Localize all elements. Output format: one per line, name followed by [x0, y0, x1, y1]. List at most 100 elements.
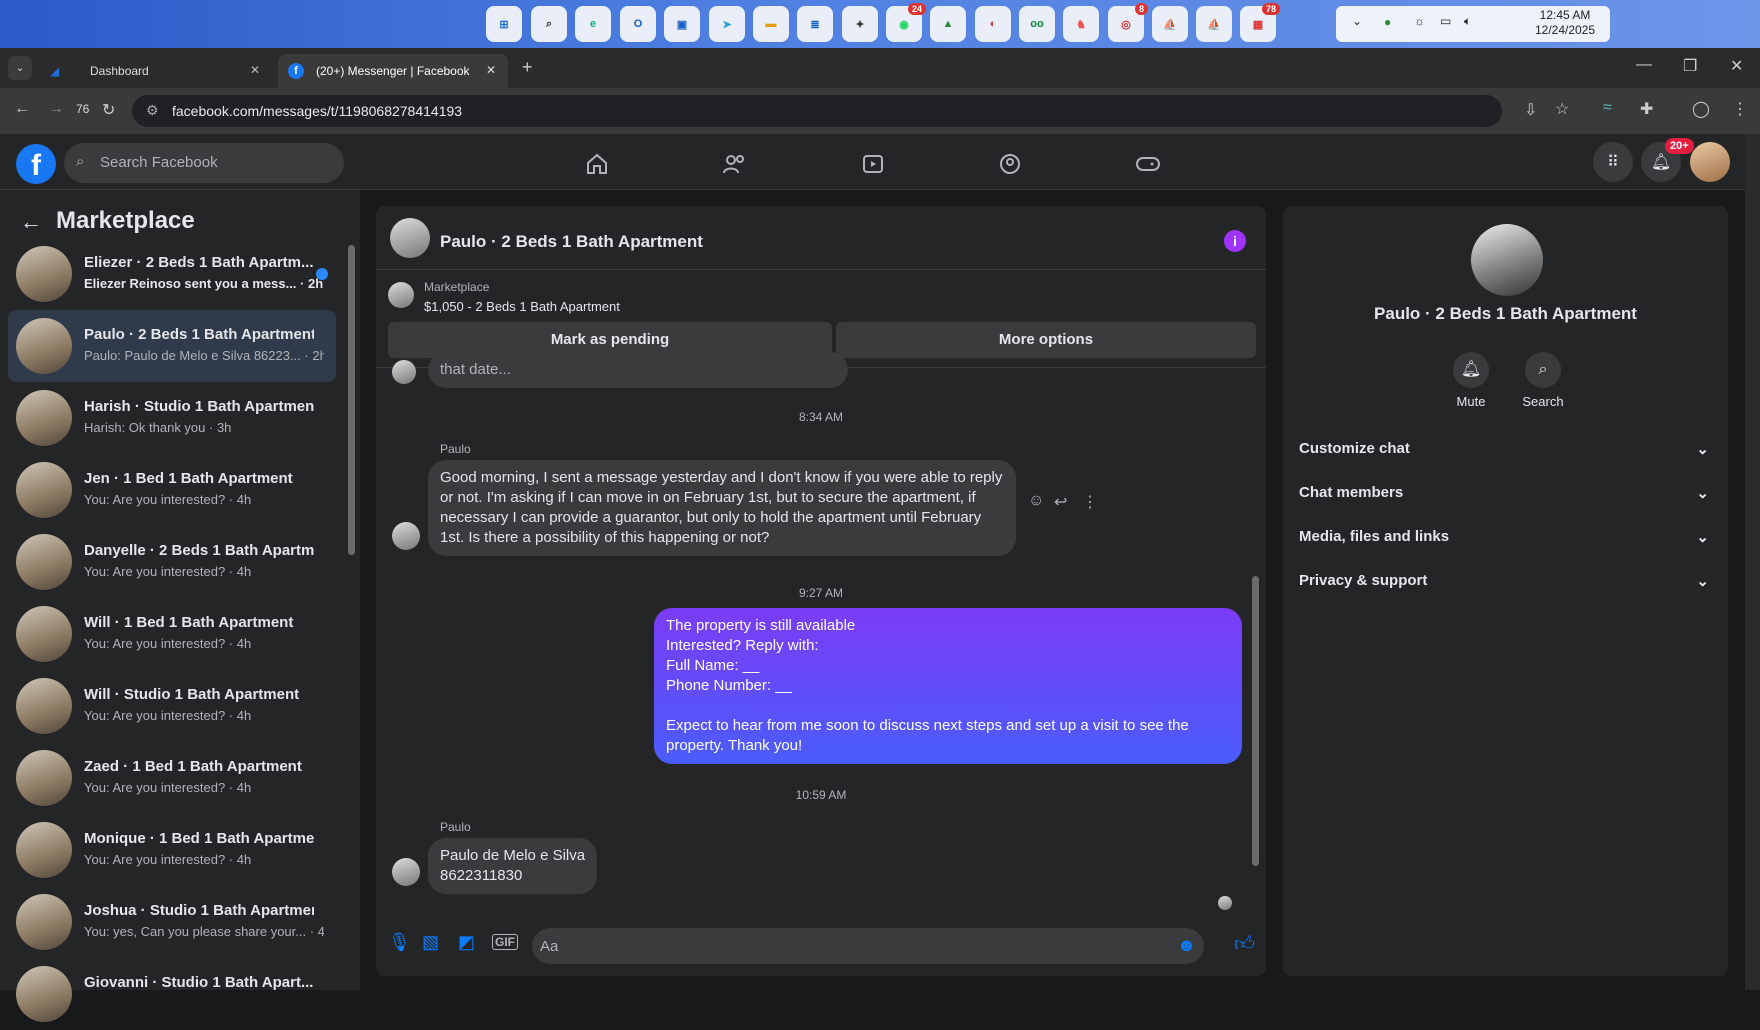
conversation-item[interactable]: Zaed · 1 Bed 1 Bath Apartment You: Are yo… — [8, 742, 336, 814]
like-thumb-icon[interactable]: 👍︎ — [1234, 932, 1255, 956]
edge-icon[interactable]: e — [575, 6, 611, 42]
reload-icon[interactable]: ↻ — [102, 100, 115, 120]
chevron-down-icon: ⌄ — [1696, 485, 1709, 502]
conversation-item[interactable]: Harish · Studio 1 Bath Apartment Harish: … — [8, 382, 336, 454]
incoming-message[interactable]: Paulo de Melo e Silva 8622311830 — [428, 838, 598, 894]
tab-dashboard[interactable]: ◢ Dashboard ✕ — [42, 54, 272, 88]
thread-scrollbar-track[interactable] — [1252, 376, 1259, 906]
listing-detail[interactable]: $1,050 - 2 Beds 1 Bath Apartment — [424, 299, 620, 314]
groups-nav-icon[interactable] — [993, 147, 1027, 181]
remote-app-icon[interactable]: ✦ — [842, 6, 878, 42]
customize-chat-section[interactable]: Customize chat ⌄ — [1299, 440, 1709, 458]
volume-icon[interactable]: 🔈︎ — [1464, 14, 1471, 29]
close-tab-icon[interactable]: ✕ — [486, 63, 496, 77]
vpn-icon[interactable]: ▲ — [930, 6, 966, 42]
store-icon[interactable]: ▣ — [664, 6, 700, 42]
telegram-icon[interactable]: ➤ — [709, 6, 745, 42]
sticker-icon[interactable]: ◩ — [458, 932, 475, 953]
back-icon[interactable]: ← — [14, 100, 30, 118]
clock[interactable]: 12:45 AM 12/24/2025 — [1525, 8, 1605, 38]
tab-messenger[interactable]: f (20+) Messenger | Facebook ✕ — [278, 54, 508, 88]
chat-avatar[interactable] — [390, 218, 430, 258]
more-actions-icon[interactable]: ⋮ — [1082, 492, 1098, 512]
emoji-icon[interactable]: ☻ — [1177, 935, 1196, 956]
outgoing-message[interactable]: The property is still available Interest… — [654, 608, 1242, 764]
brightness-icon[interactable]: ☼ — [1414, 14, 1425, 28]
conversation-item[interactable]: Giovanni · Studio 1 Bath Apart... — [8, 958, 336, 1030]
microphone-icon[interactable]: 🎙︎ — [388, 932, 411, 953]
mute-label[interactable]: Mute — [1437, 394, 1505, 409]
conversation-item[interactable]: Joshua · Studio 1 Bath Apartment You: yes… — [8, 886, 336, 958]
restore-icon[interactable]: ❐ — [1683, 56, 1697, 76]
photo-icon[interactable]: ▧ — [422, 932, 439, 953]
search-facebook-input[interactable]: ⌕ Search Facebook — [64, 143, 344, 183]
notifications-bell-icon[interactable]: 🔔︎ 20+ — [1641, 138, 1694, 182]
sidebar-scrollbar[interactable] — [348, 245, 355, 555]
listing-thumbnail — [16, 390, 72, 446]
address-bar[interactable]: ⚙ facebook.com/messages/t/11980682784141… — [132, 95, 1502, 127]
calendar-app-icon[interactable]: ▦ 78 — [1240, 3, 1280, 42]
start-menu-icon[interactable]: ⊞ — [486, 6, 522, 42]
info-icon[interactable]: i — [1224, 230, 1246, 252]
sail-app-icon[interactable]: ⛵ — [1152, 6, 1188, 42]
whatsapp-icon[interactable]: ◉ 24 — [886, 3, 926, 42]
info-avatar[interactable] — [1471, 224, 1543, 296]
media-files-links-section[interactable]: Media, files and links ⌄ — [1299, 528, 1709, 546]
menu-grid-icon[interactable]: ⠿ — [1593, 142, 1633, 182]
bookmark-star-icon[interactable]: ☆ — [1555, 99, 1569, 119]
account-avatar[interactable] — [1690, 142, 1730, 182]
chrome-icon[interactable]: ◎ 8 — [1108, 3, 1148, 42]
tab-counter[interactable]: 76 — [76, 102, 89, 116]
close-tab-icon[interactable]: ✕ — [250, 63, 260, 77]
extensions-puzzle-icon[interactable]: ✚ — [1640, 99, 1653, 119]
brave-icon[interactable]: ♞ — [1063, 6, 1099, 42]
extension-wave-icon[interactable]: ≈ — [1603, 99, 1612, 117]
video-nav-icon[interactable] — [856, 147, 890, 181]
chat-members-section[interactable]: Chat members ⌄ — [1299, 484, 1709, 502]
shield-icon[interactable]: ● — [1384, 15, 1391, 29]
react-emoji-icon[interactable]: ☺ — [1028, 492, 1044, 510]
display-icon[interactable]: ▭ — [1440, 14, 1451, 28]
media-icon[interactable]: oo — [1019, 6, 1055, 42]
home-nav-icon[interactable] — [580, 147, 614, 181]
file-explorer-icon[interactable]: ▬ — [753, 6, 789, 42]
friends-nav-icon[interactable] — [718, 147, 752, 181]
sail-app-2-icon[interactable]: ⛵ — [1196, 6, 1232, 42]
reply-icon[interactable]: ↩ — [1054, 492, 1067, 512]
search-label[interactable]: Search — [1509, 394, 1577, 409]
back-arrow-icon[interactable]: ← — [20, 209, 42, 235]
site-info-icon[interactable]: ⚙ — [146, 102, 159, 119]
new-tab-icon[interactable]: + — [522, 57, 533, 78]
paint-icon[interactable]: ◐ — [975, 6, 1011, 42]
conversation-item[interactable]: Jen · 1 Bed 1 Bath Apartment You: Are you… — [8, 454, 336, 526]
conversation-item[interactable]: Paulo · 2 Beds 1 Bath Apartment Paulo: Pa… — [8, 310, 336, 382]
incoming-message[interactable]: Good morning, I sent a message yesterday… — [428, 460, 1016, 556]
browser-menu-icon[interactable]: ⋮ — [1732, 99, 1748, 119]
privacy-support-section[interactable]: Privacy & support ⌄ — [1299, 572, 1709, 590]
gif-icon[interactable]: GIF — [492, 934, 518, 950]
minimize-icon[interactable]: — — [1636, 56, 1652, 74]
install-app-icon[interactable]: ⇩ — [1524, 100, 1537, 120]
search-app-icon[interactable]: ⌕ — [531, 6, 567, 42]
chat-title[interactable]: Paulo · 2 Beds 1 Bath Apartment — [440, 232, 703, 252]
close-window-icon[interactable]: ✕ — [1730, 56, 1743, 76]
outlook-icon[interactable]: O — [620, 6, 656, 42]
conversation-item[interactable]: Danyelle · 2 Beds 1 Bath Apartm... You: A… — [8, 526, 336, 598]
chevron-down-icon[interactable]: ⌄ — [1352, 14, 1362, 28]
page-scrollbar[interactable] — [1745, 134, 1760, 990]
forward-icon[interactable]: → — [48, 100, 64, 118]
search-in-chat-icon[interactable]: ⌕ — [1525, 352, 1561, 388]
profile-icon[interactable]: ◯ — [1692, 99, 1710, 119]
conversation-item[interactable]: Monique · 1 Bed 1 Bath Apartment You: Are… — [8, 814, 336, 886]
conversation-item[interactable]: Will · Studio 1 Bath Apartment You: Are y… — [8, 670, 336, 742]
tab-search-icon[interactable]: ⌄ — [8, 56, 32, 80]
thread-scrollbar-thumb[interactable] — [1252, 576, 1259, 866]
message-input[interactable]: Aa ☻ — [532, 928, 1204, 964]
mute-bell-icon[interactable]: 🔔︎ — [1453, 352, 1489, 388]
conversation-item[interactable]: Will · 1 Bed 1 Bath Apartment You: Are yo… — [8, 598, 336, 670]
notepad-icon[interactable]: ≣ — [797, 6, 833, 42]
more-options-button[interactable]: More options — [836, 322, 1256, 358]
gaming-nav-icon[interactable] — [1131, 147, 1165, 181]
conversation-item[interactable]: Eliezer · 2 Beds 1 Bath Apartm... Eliezer… — [8, 238, 336, 310]
facebook-logo-icon[interactable]: f — [16, 144, 56, 184]
